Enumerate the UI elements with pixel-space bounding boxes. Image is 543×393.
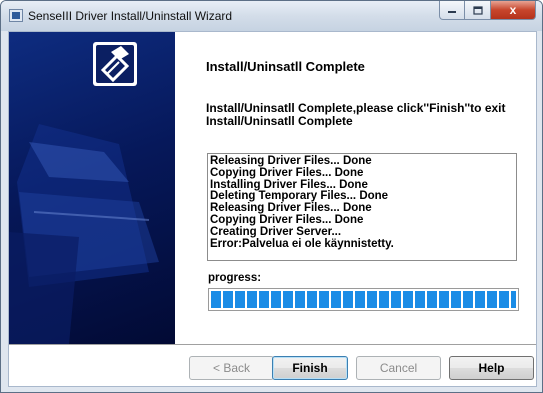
wizard-window: SenseIII Driver Install/Uninstall Wizard… xyxy=(0,0,543,393)
finish-button[interactable]: Finish xyxy=(272,356,348,380)
close-icon: x xyxy=(509,3,517,17)
close-button[interactable]: x xyxy=(491,1,536,20)
log-line: Error:Palvelua ei ole käynnistetty. xyxy=(210,237,394,250)
back-button[interactable]: < Back xyxy=(189,356,274,380)
page-description: Install/Uninsatll Complete,please click'… xyxy=(206,101,506,128)
window-title: SenseIII Driver Install/Uninstall Wizard xyxy=(28,9,233,23)
sidebar-banner xyxy=(9,32,175,344)
wizard-content: Install/Uninsatll Complete Install/Unins… xyxy=(8,31,537,387)
minimize-button[interactable] xyxy=(439,1,465,20)
progress-label: progress: xyxy=(208,272,262,284)
cancel-button[interactable]: Cancel xyxy=(356,356,441,380)
install-log-list[interactable]: Releasing Driver Files... Done Copying D… xyxy=(207,153,517,261)
progress-bar xyxy=(208,288,519,311)
minimize-icon xyxy=(448,11,456,13)
maximize-icon xyxy=(472,5,483,15)
window-controls: x xyxy=(439,1,536,21)
progress-fill xyxy=(211,291,516,308)
title-bar[interactable]: SenseIII Driver Install/Uninstall Wizard… xyxy=(1,1,542,31)
log-line: Creating Driver Server... xyxy=(210,225,342,238)
printer-logo-icon xyxy=(93,42,137,86)
help-button[interactable]: Help xyxy=(449,356,534,380)
footer-divider xyxy=(9,344,536,346)
log-line: Copying Driver Files... Done xyxy=(210,166,364,179)
maximize-button[interactable] xyxy=(465,1,491,20)
app-icon xyxy=(9,9,23,22)
log-line: Copying Driver Files... Done xyxy=(210,213,364,226)
page-title: Install/Uninsatll Complete xyxy=(206,59,365,74)
